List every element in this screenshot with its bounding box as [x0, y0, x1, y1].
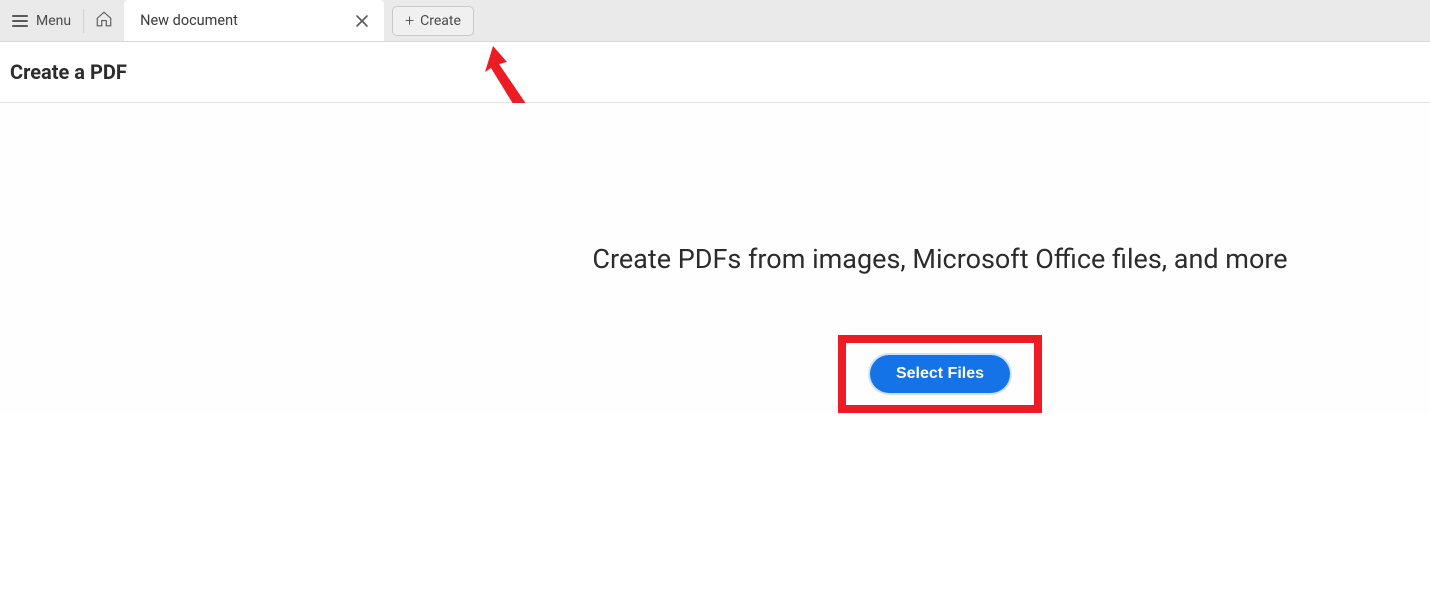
home-icon [95, 10, 113, 32]
page-title: Create a PDF [10, 60, 1420, 84]
menu-label: Menu [36, 13, 71, 29]
create-button[interactable]: + Create [392, 6, 474, 36]
plus-icon: + [405, 13, 414, 29]
create-label: Create [420, 13, 461, 29]
hamburger-icon [12, 15, 28, 27]
select-files-highlight: Select Files [838, 335, 1042, 413]
tab-title: New document [140, 12, 238, 29]
home-button[interactable] [84, 0, 124, 41]
select-files-button[interactable]: Select Files [870, 355, 1010, 393]
sub-header: Create a PDF [0, 42, 1430, 103]
top-bar: Menu New document + Create [0, 0, 1430, 42]
content-area: Create PDFs from images, Microsoft Offic… [0, 103, 1430, 413]
menu-button[interactable]: Menu [0, 0, 83, 41]
close-tab-icon[interactable] [352, 11, 372, 31]
tab-new-document[interactable]: New document [124, 0, 384, 41]
headline: Create PDFs from images, Microsoft Offic… [592, 243, 1287, 275]
